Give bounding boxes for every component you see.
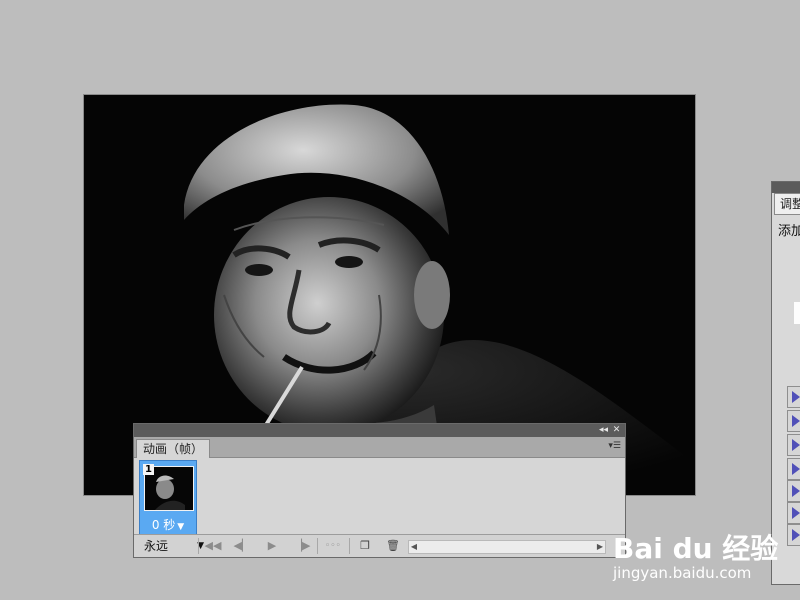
baidu-watermark: Bai du 经验 jingyan.baidu.com — [613, 514, 793, 594]
scroll-right-icon[interactable]: ▶ — [595, 541, 605, 553]
expand-triangle-icon — [792, 529, 800, 541]
frame-1[interactable]: 1 0 秒 ▼ — [139, 460, 197, 535]
animation-panel-tabrow: 动画（帧） ▾☰ — [134, 437, 625, 458]
loop-option-value: 永远 — [144, 539, 169, 553]
expand-triangle-icon — [792, 485, 800, 497]
adjustments-subtitle: 添加 — [778, 224, 800, 239]
close-icon[interactable]: ✕ — [611, 425, 622, 436]
expand-triangle-icon — [792, 463, 800, 475]
frame-number: 1 — [143, 464, 154, 475]
panel-menu-icon[interactable]: ▾☰ — [608, 441, 621, 451]
preset-row[interactable] — [787, 480, 800, 502]
loop-options-select[interactable]: 永远 ▼ — [144, 537, 204, 555]
prev-frame-icon[interactable]: ◀▏ — [231, 538, 253, 554]
expand-triangle-icon — [792, 439, 800, 451]
adjustments-titlebar[interactable] — [772, 182, 800, 193]
animation-panel-titlebar[interactable]: ◂◂ ✕ — [134, 424, 625, 437]
tab-animation-frames[interactable]: 动画（帧） — [136, 439, 211, 458]
divider — [198, 538, 199, 554]
first-frame-icon[interactable]: ◀◀ — [202, 538, 224, 554]
preset-row[interactable] — [787, 410, 800, 432]
chevron-down-icon: ▼ — [177, 522, 185, 532]
expand-triangle-icon — [792, 391, 800, 403]
divider — [317, 538, 318, 554]
next-frame-icon[interactable]: ▕▶ — [291, 538, 313, 554]
frame-delay[interactable]: 0 秒 ▼ — [140, 517, 196, 533]
preset-row[interactable] — [787, 458, 800, 480]
double-chevron-left-icon[interactable]: ◂◂ — [598, 425, 609, 436]
play-icon[interactable]: ▶ — [264, 538, 280, 554]
duplicate-frame-icon[interactable]: ❐ — [358, 538, 372, 554]
animation-controls: 永远 ▼ ◀◀ ◀▏ ▶ ▕▶ ◦◦◦ ❐ 🗑 ◀ ▶ — [134, 534, 625, 557]
tween-icon[interactable]: ◦◦◦ — [321, 538, 345, 554]
adjustment-icon-partial — [794, 302, 800, 324]
divider — [349, 538, 350, 554]
expand-triangle-icon — [792, 415, 800, 427]
trash-icon[interactable]: 🗑 — [386, 538, 400, 554]
tab-adjustments[interactable]: 调整 — [774, 193, 800, 215]
animation-panel: ◂◂ ✕ 动画（帧） ▾☰ 1 0 秒 ▼ 永远 ▼ ◀◀ ◀▏ ▶ ▕▶ ◦◦◦ — [133, 423, 626, 558]
frames-scrollbar[interactable]: ◀ ▶ — [408, 540, 606, 554]
preset-row[interactable] — [787, 434, 800, 456]
watermark-brand: Bai du 经验 — [613, 532, 779, 565]
frame-delay-value: 0 秒 — [151, 518, 176, 532]
watermark-url: jingyan.baidu.com — [613, 564, 752, 582]
scroll-left-icon[interactable]: ◀ — [409, 541, 419, 553]
expand-triangle-icon — [792, 507, 800, 519]
preset-row[interactable] — [787, 386, 800, 408]
